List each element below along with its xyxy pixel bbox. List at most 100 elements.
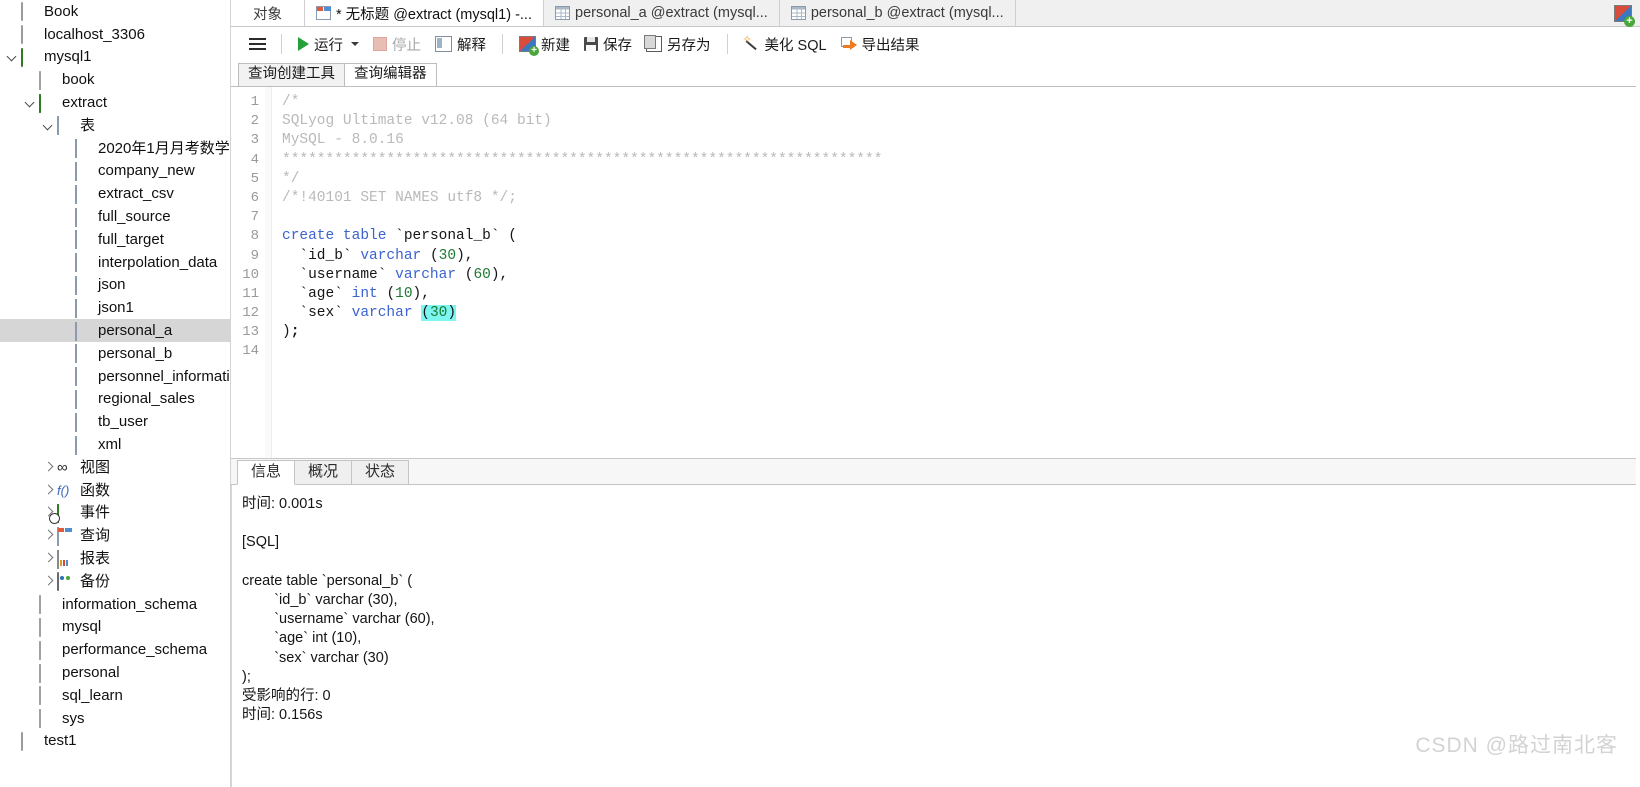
function-icon: f() [57, 483, 70, 499]
tree-item-mysql1[interactable]: mysql1 [0, 46, 230, 69]
object-browser-tree[interactable]: Book localhost_3306 mysql1 book extract 表 2020… [0, 0, 231, 787]
tab-object-browser-label: 对象 [253, 6, 282, 23]
twisty-placeholder [24, 689, 37, 702]
save-as-button[interactable]: 另存为 [639, 31, 718, 58]
twisty-right-icon[interactable] [42, 552, 55, 565]
tree-item-test1[interactable]: test1 [0, 730, 230, 753]
tree-item-label: personal [62, 664, 120, 681]
editor-tab-1[interactable]: personal_a @extract (mysql... [544, 0, 780, 26]
tree-item-extract[interactable]: extract [0, 91, 230, 114]
twisty-right-icon[interactable] [42, 461, 55, 474]
chevron-down-icon[interactable] [351, 42, 359, 46]
twisty-placeholder [60, 142, 73, 155]
tree-item-json[interactable]: json [0, 274, 230, 297]
tree-item-interpolation_data[interactable]: interpolation_data [0, 251, 230, 274]
twisty-down-icon[interactable] [42, 119, 55, 132]
save-button[interactable]: 保存 [577, 31, 639, 58]
tree-item-label: company_new [98, 162, 195, 180]
tree-item-information_schema[interactable]: information_schema [0, 593, 230, 616]
twisty-down-icon[interactable] [24, 96, 37, 109]
tree-item-sql_learn[interactable]: sql_learn [0, 684, 230, 707]
tree-item-函数[interactable]: f() 函数 [0, 479, 230, 502]
subtab-0[interactable]: 查询创建工具 [238, 63, 345, 86]
results-tab-1[interactable]: 概况 [294, 460, 353, 484]
tree-item-company_new[interactable]: company_new [0, 160, 230, 183]
tree-item-performance_schema[interactable]: performance_schema [0, 638, 230, 661]
table-icon [75, 412, 92, 432]
backup-icon [57, 572, 74, 592]
tree-item-mysql[interactable]: mysql [0, 616, 230, 639]
tree-item-事件[interactable]: 事件 [0, 502, 230, 525]
twisty-right-icon[interactable] [42, 529, 55, 542]
stop-button[interactable]: 停止 [366, 31, 428, 58]
new-tab-button[interactable] [1606, 0, 1640, 27]
tree-item-localhost_3306[interactable]: localhost_3306 [0, 23, 230, 46]
export-results-button[interactable]: 导出结果 [834, 31, 927, 58]
message-line: `id_b` varchar (30), [242, 591, 398, 608]
explain-button[interactable]: 解释 [428, 31, 493, 58]
tree-item-full_source[interactable]: full_source [0, 205, 230, 228]
tree-item-备份[interactable]: 备份 [0, 570, 230, 593]
message-line: ); [242, 668, 251, 685]
tree-item-sys[interactable]: sys [0, 707, 230, 730]
tree-item-label: mysql [62, 618, 102, 636]
twisty-placeholder [60, 164, 73, 177]
tree-item-extract_csv[interactable]: extract_csv [0, 182, 230, 205]
table-icon [75, 253, 92, 273]
run-button[interactable]: 运行 [291, 31, 366, 58]
tree-item-json1[interactable]: json1 [0, 296, 230, 319]
sql-code-area[interactable]: /* SQLyog Ultimate v12.08 (64 bit) MySQL -… [272, 87, 1640, 458]
tree-item-label: 事件 [80, 504, 111, 522]
twisty-placeholder [6, 5, 19, 18]
message-output[interactable]: 时间: 0.001s [SQL] create table `personal_b`… [231, 485, 1640, 787]
code-line-5: */ [282, 170, 300, 187]
results-tab-2[interactable]: 状态 [351, 460, 410, 484]
tree-item-personal[interactable]: personal [0, 661, 230, 684]
subtab-1[interactable]: 查询编辑器 [344, 63, 437, 86]
twisty-placeholder [60, 233, 73, 246]
editor-tab-2[interactable]: personal_b @extract (mysql... [779, 0, 1016, 26]
query-toolbar[interactable]: 运行 停止 解释 新建 保存 另存为 [231, 27, 1640, 62]
connection-icon [21, 25, 38, 45]
results-tab-strip[interactable]: 信息 概况 状态 [231, 459, 1640, 485]
tab-object-browser[interactable]: 对象 [231, 0, 305, 26]
line-number: 6 [250, 189, 259, 206]
tree-item-personal_a[interactable]: personal_a [0, 319, 230, 342]
table-icon [75, 207, 92, 227]
editor-subtabs[interactable]: 查询创建工具 查询编辑器 [231, 62, 1640, 86]
tree-item-表[interactable]: 表 [0, 114, 230, 137]
sql-editor[interactable]: 1 2 3 4 5 6 7 8 9 10 11 12 13 14 /* SQLyog Ultimate v1… [231, 86, 1640, 458]
tree-item-2020年1月月考数学成绩[interactable]: 2020年1月月考数学成绩 [0, 137, 230, 160]
toolbar-separator [502, 34, 503, 54]
tree-item-报表[interactable]: 报表 [0, 547, 230, 570]
tree-item-personnel_informatio[interactable]: personnel_informatio [0, 365, 230, 388]
twisty-placeholder [60, 324, 73, 337]
tree-item-xml[interactable]: xml [0, 433, 230, 456]
twisty-right-icon[interactable] [42, 484, 55, 497]
twisty-right-icon[interactable] [42, 575, 55, 588]
tree-item-book[interactable]: book [0, 68, 230, 91]
menu-icon[interactable] [249, 37, 266, 51]
twisty-placeholder [24, 712, 37, 725]
results-tab-0[interactable]: 信息 [237, 460, 296, 485]
tree-item-视图[interactable]: 视图 [0, 456, 230, 479]
editor-tab-strip[interactable]: 对象 * 无标题 @extract (mysql1) -... personal_… [231, 0, 1640, 27]
twisty-down-icon[interactable] [6, 50, 19, 63]
database-icon [39, 663, 56, 683]
tree-item-查询[interactable]: 查询 [0, 524, 230, 547]
tree-item-personal_b[interactable]: personal_b [0, 342, 230, 365]
tree-item-full_target[interactable]: full_target [0, 228, 230, 251]
new-button[interactable]: 新建 [512, 31, 577, 58]
code-line-10: `username` varchar (60), [299, 266, 509, 283]
tree-item-label: 函数 [80, 481, 111, 499]
explain-icon [435, 36, 452, 52]
beautify-sql-button[interactable]: 美化 SQL [737, 31, 834, 58]
connection-icon [21, 731, 38, 751]
editor-tab-0[interactable]: * 无标题 @extract (mysql1) -... [305, 0, 544, 26]
tree-item-tb_user[interactable]: tb_user [0, 410, 230, 433]
table-folder-icon [57, 116, 74, 136]
tree-item-Book[interactable]: Book [0, 0, 230, 23]
tree-item-regional_sales[interactable]: regional_sales [0, 388, 230, 411]
right-edge-strip [1636, 27, 1640, 787]
